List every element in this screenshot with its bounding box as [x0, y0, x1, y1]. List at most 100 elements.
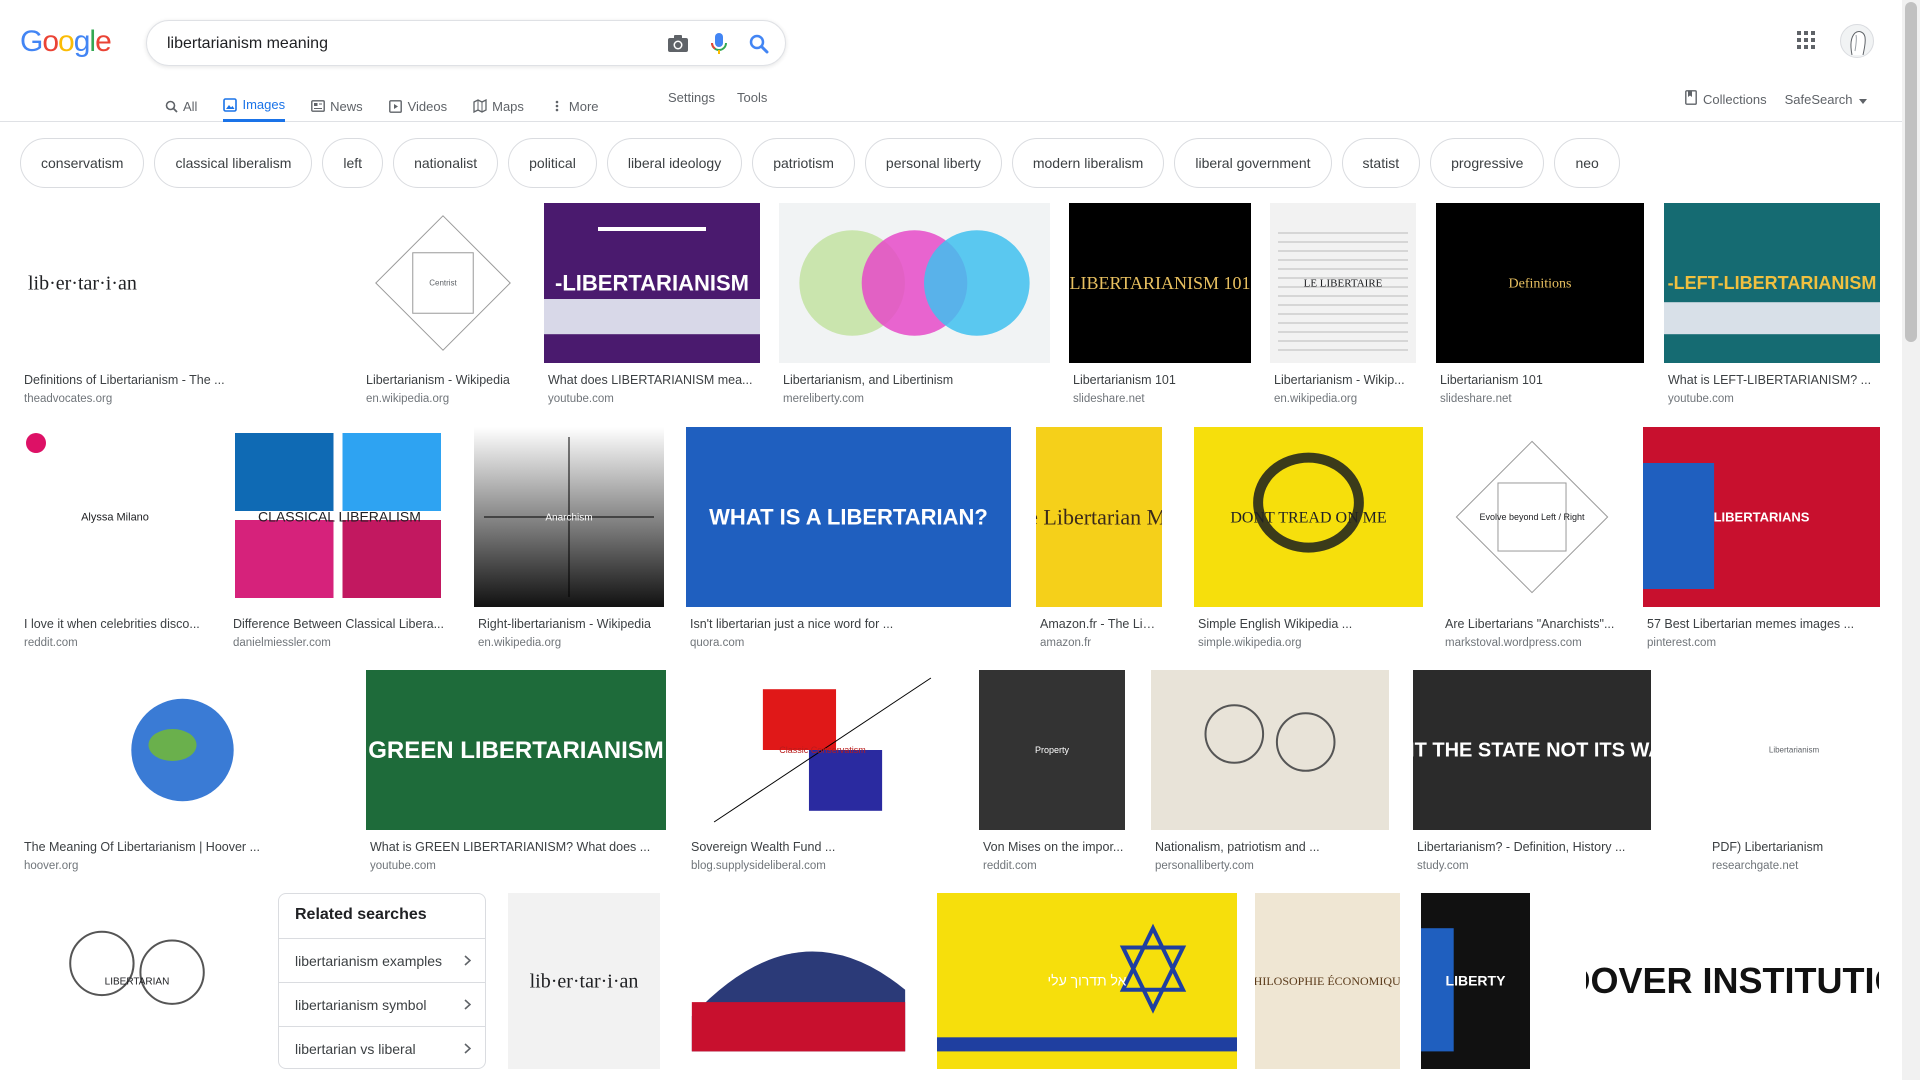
tab-maps[interactable]: Maps — [473, 86, 524, 122]
image-result[interactable]: Alyssa Milano I love it when celebrities … — [20, 427, 210, 657]
result-thumbnail[interactable]: PHILOSOPHIE ÉCONOMIQUE — [1255, 893, 1400, 1069]
result-title[interactable]: Amazon.fr - The Libert... — [1040, 617, 1162, 631]
result-thumbnail[interactable]: Definitions — [1436, 203, 1644, 363]
result-thumbnail[interactable]: The Libertarian Mind — [1036, 427, 1162, 607]
image-result[interactable]: Nationalism, patriotism and ... personall… — [1151, 670, 1389, 880]
microphone-icon[interactable] — [707, 32, 731, 56]
chip[interactable]: classical liberalism — [154, 138, 313, 188]
chip[interactable]: nationalist — [393, 138, 499, 188]
result-title[interactable]: Libertarianism? - Definition, History ..… — [1417, 840, 1651, 854]
related-search-item[interactable]: libertarianism symbol — [279, 982, 485, 1026]
settings-link[interactable]: Settings — [668, 90, 715, 105]
result-thumbnail[interactable]: -LEFT-LIBERTARIANISM — [1664, 203, 1880, 363]
result-title[interactable]: What does LIBERTARIANISM mea... — [548, 373, 760, 387]
result-thumbnail[interactable]: -LIBERTARIANISM — [544, 203, 760, 363]
image-result[interactable] — [680, 893, 917, 1080]
result-title[interactable]: 57 Best Libertarian memes images ... — [1647, 617, 1880, 631]
chip[interactable]: modern liberalism — [1011, 138, 1165, 188]
image-result[interactable]: Centrist Libertarianism - Wikipedia en.wik… — [362, 203, 524, 413]
avatar[interactable] — [1840, 24, 1874, 58]
result-thumbnail[interactable]: Libertarianism — [1708, 670, 1880, 830]
image-result[interactable]: The Libertarian Mind Amazon.fr - The Libe… — [1036, 427, 1162, 657]
result-thumbnail[interactable]: HOOVER INSTITUTION — [1586, 893, 1879, 1069]
image-result[interactable]: LIBERTARIANISM 101 Libertarianism 101 slid… — [1069, 203, 1251, 413]
image-result[interactable]: Evolve beyond Left / Right Are Libertaria… — [1441, 427, 1623, 657]
chip[interactable]: patriotism — [752, 138, 855, 188]
chip[interactable]: progressive — [1430, 138, 1545, 188]
result-title[interactable]: Libertarianism - Wikip... — [1274, 373, 1416, 387]
image-result[interactable]: Definitions Libertarianism 101 slideshare.… — [1436, 203, 1644, 413]
related-search-item[interactable]: libertarianism examples — [279, 938, 485, 982]
image-result[interactable]: LIBERTARIAN — [20, 893, 254, 1080]
image-result[interactable]: lib·er·tar·i·an Definitions of Libertaria… — [20, 203, 342, 413]
tab-news[interactable]: News — [311, 86, 363, 122]
image-result[interactable]: -LIBERTARIANISM What does LIBERTARIANISM … — [544, 203, 760, 413]
scrollbar[interactable] — [1902, 0, 1920, 1080]
image-result[interactable]: Libertarianism PDF) Libertarianism researc… — [1708, 670, 1880, 880]
apps-grid-icon[interactable] — [1796, 30, 1820, 54]
result-thumbnail[interactable]: FIGHT THE STATE NOT ITS WARS! — [1413, 670, 1651, 830]
result-thumbnail[interactable] — [680, 893, 917, 1069]
image-result[interactable]: CLASSICAL LIBERALISM Difference Between C… — [229, 427, 450, 657]
image-result[interactable]: lib·er·tar·i·an — [508, 893, 660, 1080]
result-thumbnail[interactable]: LIBERTARIANS — [1643, 427, 1880, 607]
google-logo[interactable]: Google — [20, 25, 112, 59]
result-thumbnail[interactable]: Centrist — [362, 203, 524, 363]
related-search-item[interactable]: libertarian vs liberal — [279, 1026, 485, 1070]
result-thumbnail[interactable]: אל תדרוך עלי — [937, 893, 1237, 1069]
result-thumbnail[interactable]: Property — [979, 670, 1125, 830]
result-title[interactable]: Libertarianism 101 — [1440, 373, 1644, 387]
chip[interactable]: personal liberty — [864, 138, 1002, 188]
result-thumbnail[interactable]: LIBERTARIANISM 101 — [1069, 203, 1251, 363]
result-thumbnail[interactable]: lib·er·tar·i·an — [20, 203, 342, 363]
tab-more[interactable]: More — [550, 86, 599, 122]
image-result[interactable]: Anarchism Right-libertarianism - Wikipedi… — [474, 427, 664, 657]
image-result[interactable]: אל תדרוך עלי — [937, 893, 1237, 1080]
tab-all[interactable]: All — [164, 86, 197, 122]
scrollbar-thumb[interactable] — [1905, 2, 1917, 342]
result-title[interactable]: Libertarianism 101 — [1073, 373, 1251, 387]
camera-icon[interactable] — [666, 32, 690, 56]
image-result[interactable]: GREEN LIBERTARIANISM What is GREEN LIBERT… — [366, 670, 666, 880]
image-result[interactable]: The Meaning Of Libertarianism | Hoover .… — [20, 670, 345, 880]
result-thumbnail[interactable]: GREEN LIBERTARIANISM — [366, 670, 666, 830]
safesearch-button[interactable]: SafeSearch — [1785, 92, 1867, 107]
result-thumbnail[interactable] — [20, 670, 345, 830]
result-thumbnail[interactable]: Evolve beyond Left / Right — [1441, 427, 1623, 607]
result-title[interactable]: Definitions of Libertarianism - The ... — [24, 373, 342, 387]
result-thumbnail[interactable]: LE LIBERTAIRE — [1270, 203, 1416, 363]
image-result[interactable]: FIGHT THE STATE NOT ITS WARS! Libertarian… — [1413, 670, 1651, 880]
result-title[interactable]: Von Mises on the impor... — [983, 840, 1125, 854]
chip[interactable]: left — [322, 138, 384, 188]
result-title[interactable]: Difference Between Classical Libera... — [233, 617, 450, 631]
image-result[interactable]: HOOVER INSTITUTION — [1586, 893, 1879, 1080]
result-title[interactable]: I love it when celebrities disco... — [24, 617, 210, 631]
result-title[interactable]: Sovereign Wealth Fund ... — [691, 840, 958, 854]
result-title[interactable]: What is LEFT-LIBERTARIANISM? ... — [1668, 373, 1880, 387]
result-title[interactable]: Are Libertarians "Anarchists"... — [1445, 617, 1623, 631]
result-title[interactable]: Libertarianism, and Libertinism — [783, 373, 1050, 387]
result-thumbnail[interactable]: CLASSICAL LIBERALISM — [229, 427, 450, 607]
result-title[interactable]: PDF) Libertarianism — [1712, 840, 1880, 854]
chip[interactable]: conservatism — [20, 138, 145, 188]
result-thumbnail[interactable] — [1151, 670, 1389, 830]
search-submit-icon[interactable] — [747, 32, 771, 56]
result-title[interactable]: Nationalism, patriotism and ... — [1155, 840, 1389, 854]
chip[interactable]: political — [508, 138, 597, 188]
result-thumbnail[interactable]: Alyssa Milano — [20, 427, 210, 607]
result-thumbnail[interactable]: WHAT IS A LIBERTARIAN? — [686, 427, 1011, 607]
result-title[interactable]: Libertarianism - Wikipedia — [366, 373, 524, 387]
tools-link[interactable]: Tools — [737, 90, 767, 105]
image-result[interactable]: LIBERTARIANS 57 Best Libertarian memes im… — [1643, 427, 1880, 657]
image-result[interactable]: -LEFT-LIBERTARIANISM What is LEFT-LIBERTA… — [1664, 203, 1880, 413]
image-result[interactable]: Classic Conservatism Sovereign Wealth Fun… — [687, 670, 958, 880]
result-thumbnail[interactable]: Anarchism — [474, 427, 664, 607]
image-result[interactable]: DONT TREAD ON ME Simple English Wikipedia… — [1194, 427, 1423, 657]
chip[interactable]: neo — [1554, 138, 1620, 188]
image-result[interactable]: WHAT IS A LIBERTARIAN? Isn't libertarian … — [686, 427, 1011, 657]
result-thumbnail[interactable]: lib·er·tar·i·an — [508, 893, 660, 1069]
image-result[interactable]: Libertarianism, and Libertinism mereliber… — [779, 203, 1050, 413]
image-result[interactable]: Property Von Mises on the impor... reddit.… — [979, 670, 1125, 880]
chip[interactable]: liberal ideology — [606, 138, 743, 188]
result-thumbnail[interactable] — [779, 203, 1050, 363]
